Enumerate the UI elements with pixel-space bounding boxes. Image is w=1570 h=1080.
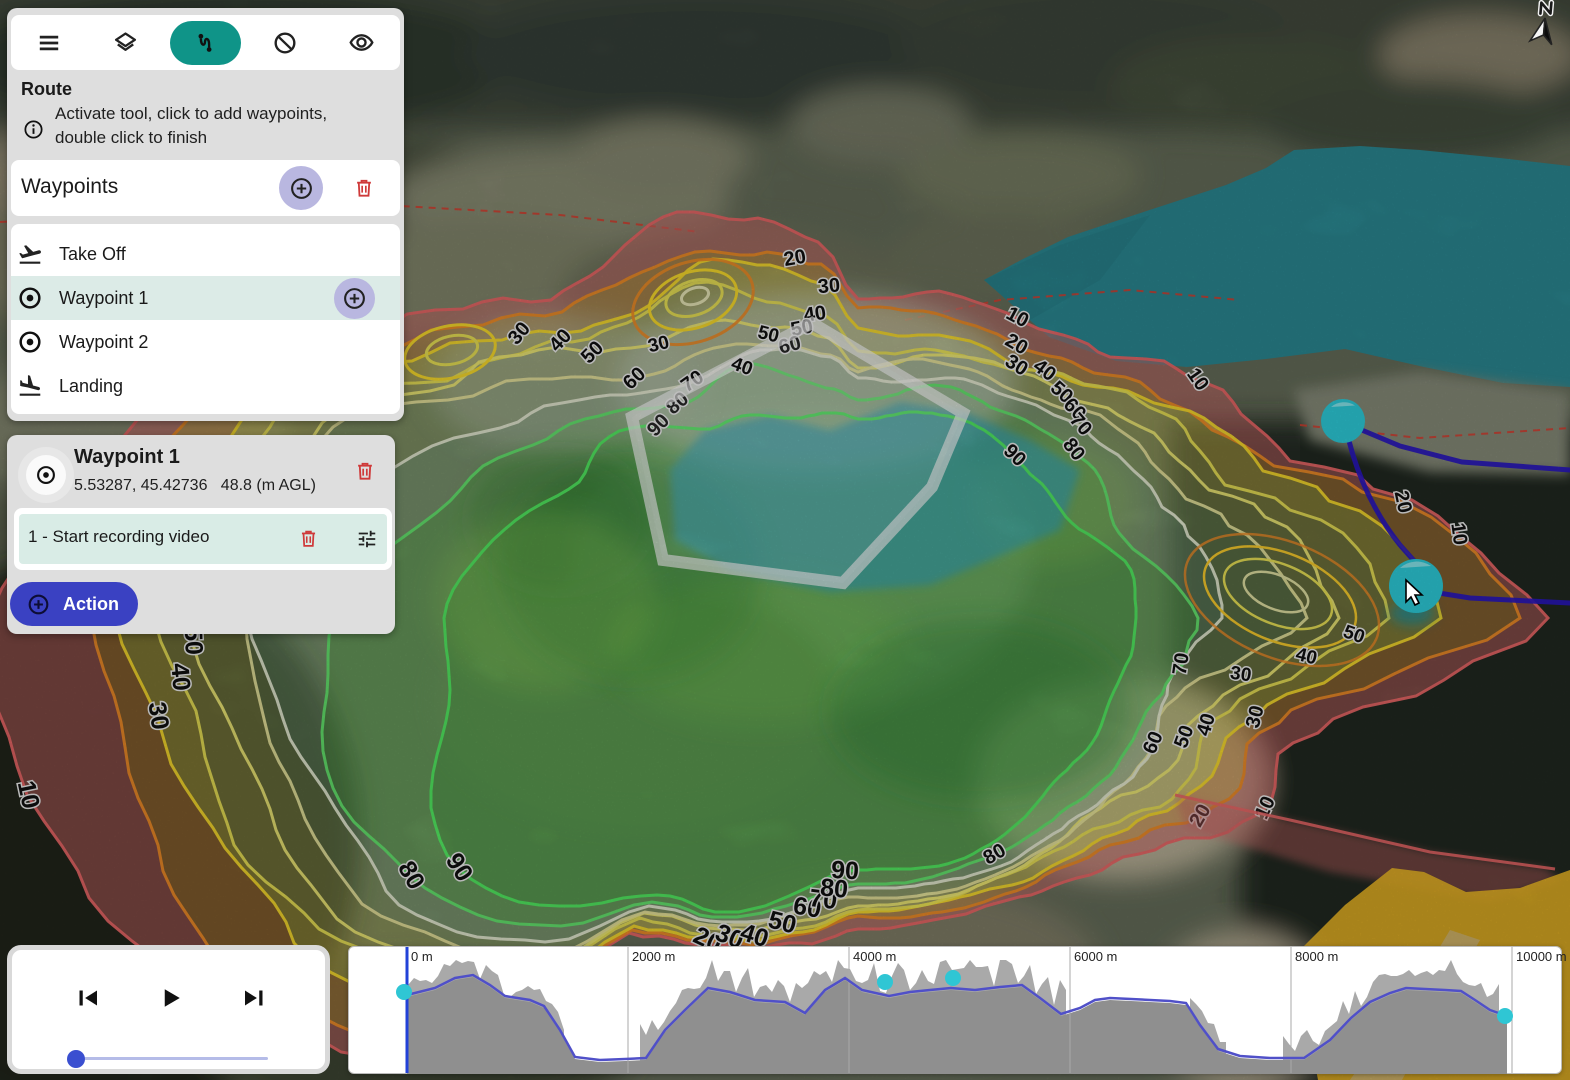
svg-text:2000 m: 2000 m [632,949,675,964]
svg-text:6000 m: 6000 m [1074,949,1117,964]
svg-text:8000 m: 8000 m [1295,949,1338,964]
svg-text:0 m: 0 m [411,949,433,964]
svg-text:10000 m: 10000 m [1516,949,1567,964]
svg-text:4000 m: 4000 m [853,949,896,964]
